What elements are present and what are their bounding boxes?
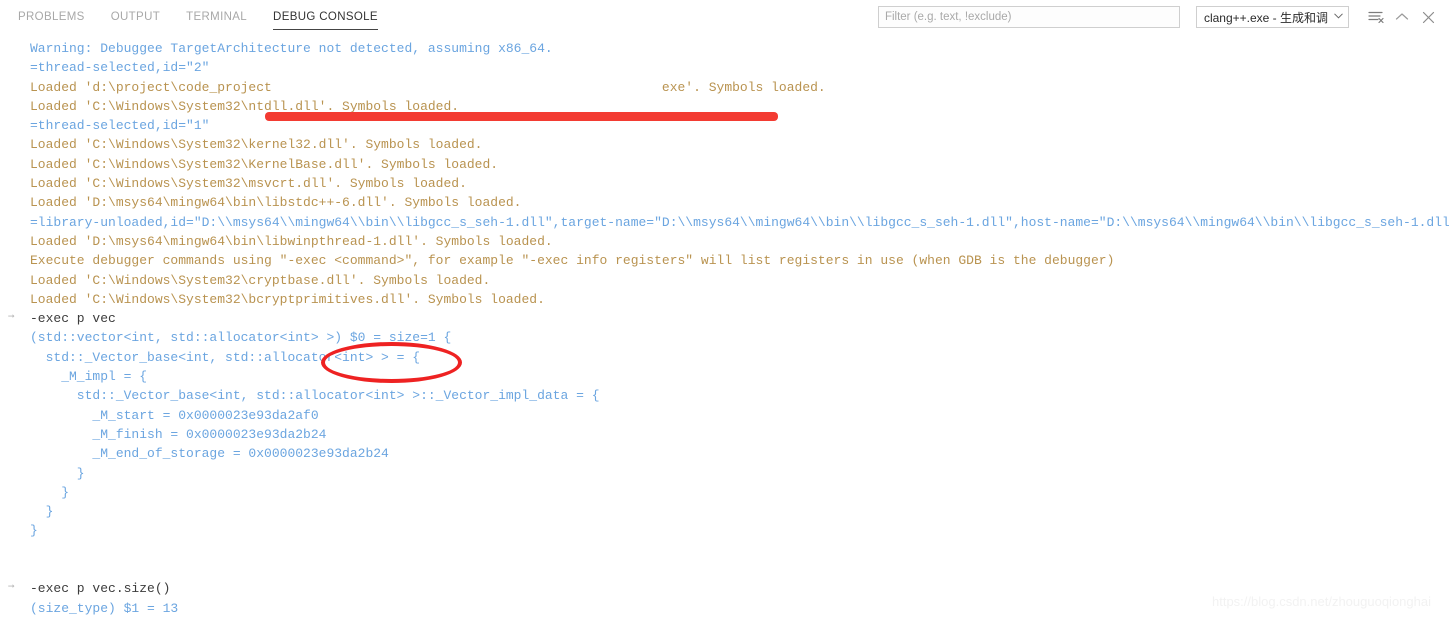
console-line-text: (size_type) $1 = 13 — [30, 600, 179, 616]
console-line-text: _M_end_of_storage = 0x0000023e93da2b24 — [30, 446, 389, 462]
console-line: ➞ -exec p vec — [0, 309, 1449, 328]
console-line: =library-unloaded,id="D:\\msys64\\mingw6… — [0, 213, 1449, 232]
chevron-up-icon[interactable] — [1389, 4, 1415, 30]
console-line: Loaded 'D:\msys64\mingw64\bin\libstdc++-… — [0, 193, 1449, 212]
console-line: } — [0, 521, 1449, 540]
console-line: _M_impl = { — [0, 367, 1449, 386]
tab-problems[interactable]: PROBLEMS — [18, 0, 85, 34]
console-line: Loaded 'D:\msys64\mingw64\bin\libwinpthr… — [0, 232, 1449, 251]
console-line-text: } — [30, 523, 38, 539]
console-line: } — [0, 483, 1449, 502]
console-line: Loaded 'C:\Windows\System32\bcryptprimit… — [0, 290, 1449, 309]
console-line-text: Loaded 'D:\msys64\mingw64\bin\libwinpthr… — [30, 233, 553, 249]
console-line-text: _M_finish = 0x0000023e93da2b24 — [30, 426, 327, 442]
chevron-down-icon — [1334, 12, 1343, 22]
console-line-text: Execute debugger commands using "-exec <… — [30, 253, 1115, 269]
console-line-text: std::_Vector_base<int, std::allocator<in… — [30, 349, 421, 365]
input-arrow-icon: ➞ — [8, 312, 15, 325]
console-line: std::_Vector_base<int, std::allocator<in… — [0, 348, 1449, 367]
clear-console-icon[interactable] — [1363, 4, 1389, 30]
console-line: Loaded 'd:\project\code_project exe'. Sy… — [0, 78, 1449, 97]
console-line-text: (std::vector<int, std::allocator<int> >)… — [30, 330, 452, 346]
console-line-text: } — [30, 504, 54, 520]
console-line-text: _M_start = 0x0000023e93da2af0 — [30, 407, 319, 423]
console-line-text: Loaded 'C:\Windows\System32\KernelBase.d… — [30, 156, 499, 172]
tab-output[interactable]: OUTPUT — [111, 0, 160, 34]
input-arrow-icon: ➞ — [8, 582, 15, 595]
console-line: ➞ -exec p vec.size() — [0, 579, 1449, 598]
console-line-text: _M_impl = { — [30, 369, 148, 385]
console-line-text: Loaded 'C:\Windows\System32\bcryptprimit… — [30, 291, 545, 307]
console-line: =thread-selected,id="2" — [0, 58, 1449, 77]
console-line: (size_type) $1 = 13 — [0, 599, 1449, 617]
console-line: Warning: Debuggee TargetArchitecture not… — [0, 39, 1449, 58]
debug-session-select[interactable]: clang++.exe - 生成和调 — [1195, 6, 1349, 28]
console-line: _M_end_of_storage = 0x0000023e93da2b24 — [0, 444, 1449, 463]
console-line: =thread-selected,id="1" — [0, 116, 1449, 135]
console-line-text: } — [30, 484, 70, 500]
console-line: std::_Vector_base<int, std::allocator<in… — [0, 386, 1449, 405]
debug-panel-header: PROBLEMS OUTPUT TERMINAL DEBUG CONSOLE c… — [0, 0, 1449, 35]
console-line: Loaded 'C:\Windows\System32\KernelBase.d… — [0, 155, 1449, 174]
console-line: (std::vector<int, std::allocator<int> >)… — [0, 328, 1449, 347]
panel-tab-list: PROBLEMS OUTPUT TERMINAL DEBUG CONSOLE — [0, 0, 378, 34]
console-line-text: Loaded 'C:\Windows\System32\msvcrt.dll'.… — [30, 176, 467, 192]
console-line: _M_start = 0x0000023e93da2af0 — [0, 406, 1449, 425]
console-line: } — [0, 464, 1449, 483]
console-line-text: Loaded 'C:\Windows\System32\cryptbase.dl… — [30, 272, 491, 288]
console-line-text: =library-unloaded,id="D:\\msys64\\mingw6… — [30, 214, 1449, 230]
console-line: Loaded 'C:\Windows\System32\msvcrt.dll'.… — [0, 174, 1449, 193]
console-line-text: Loaded 'D:\msys64\mingw64\bin\libstdc++-… — [30, 195, 522, 211]
console-line-text: -exec p vec — [30, 311, 116, 327]
console-line: Loaded 'C:\Windows\System32\cryptbase.dl… — [0, 271, 1449, 290]
console-line: Execute debugger commands using "-exec <… — [0, 251, 1449, 270]
console-line-text: std::_Vector_base<int, std::allocator<in… — [30, 388, 600, 404]
console-line: } — [0, 502, 1449, 521]
console-line-text: } — [30, 465, 85, 481]
console-line-text: Loaded 'd:\project\code_project exe'. Sy… — [30, 79, 826, 95]
tab-terminal[interactable]: TERMINAL — [186, 0, 247, 34]
console-line-text: Loaded 'C:\Windows\System32\ntdll.dll'. … — [30, 98, 460, 114]
filter-input[interactable] — [877, 6, 1180, 28]
close-icon[interactable] — [1415, 4, 1441, 30]
console-line-text: Loaded 'C:\Windows\System32\kernel32.dll… — [30, 137, 483, 153]
debug-console-output[interactable]: Warning: Debuggee TargetArchitecture not… — [0, 35, 1449, 617]
console-line: Loaded 'C:\Windows\System32\kernel32.dll… — [0, 135, 1449, 154]
debug-session-label: clang++.exe - 生成和调 — [1203, 10, 1328, 25]
panel-header-actions: clang++.exe - 生成和调 — [877, 0, 1449, 34]
console-line-text: Warning: Debuggee TargetArchitecture not… — [30, 41, 553, 56]
console-line-text: =thread-selected,id="2" — [30, 60, 210, 76]
tab-debug-console[interactable]: DEBUG CONSOLE — [273, 0, 378, 34]
console-line: Loaded 'C:\Windows\System32\ntdll.dll'. … — [0, 97, 1449, 116]
console-line-text: -exec p vec.size() — [30, 581, 171, 597]
console-line-text: =thread-selected,id="1" — [30, 118, 210, 134]
console-line: _M_finish = 0x0000023e93da2b24 — [0, 425, 1449, 444]
